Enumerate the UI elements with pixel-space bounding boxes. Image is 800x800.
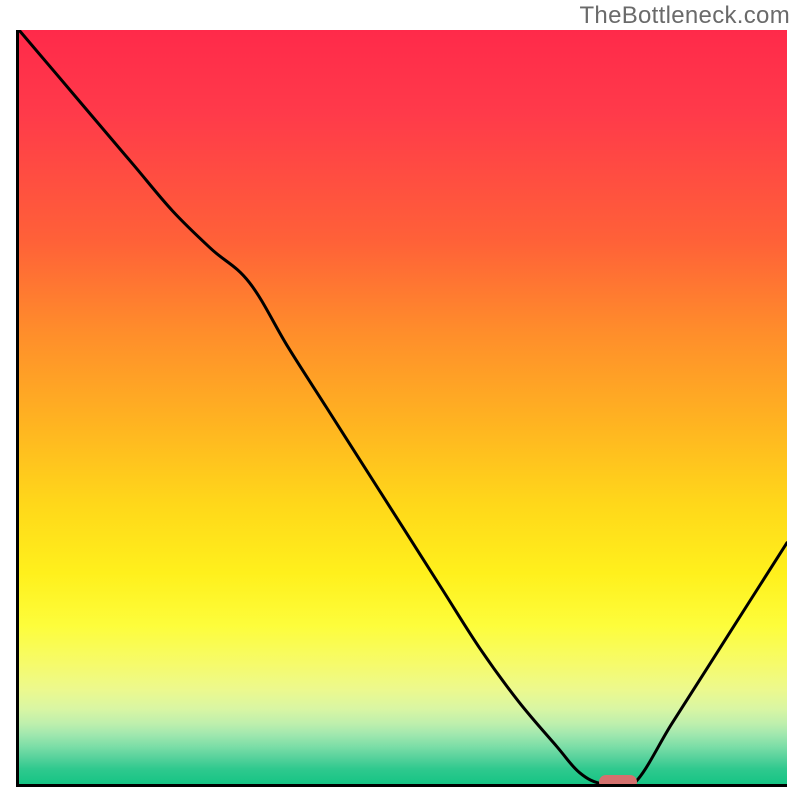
bottleneck-curve	[19, 30, 787, 784]
chart-stage: TheBottleneck.com	[0, 0, 800, 800]
plot-area	[16, 30, 787, 787]
optimal-point-marker	[599, 775, 638, 787]
watermark-text: TheBottleneck.com	[579, 2, 790, 30]
